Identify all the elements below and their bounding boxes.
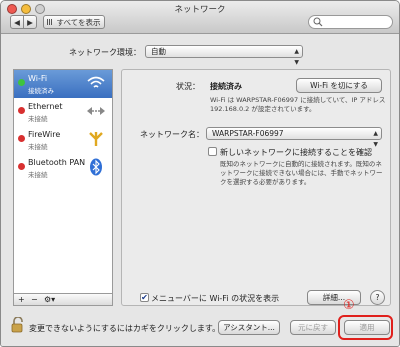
lock-message: 変更できないようにするにはカギをクリックします。 <box>29 324 221 333</box>
network-preferences-window: ネットワーク ◀ ▶ すべてを表示 ネットワーク環境： 自動 ▲ ▼ Wi-Fi … <box>0 0 400 347</box>
search-field[interactable] <box>308 15 393 29</box>
wifi-off-button[interactable]: Wi-Fi を切にする <box>296 78 382 93</box>
lock-icon[interactable] <box>11 317 25 333</box>
annotation-highlight-box <box>338 315 393 340</box>
status-value: 接続済み <box>210 82 242 91</box>
window-title: ネットワーク <box>174 5 226 15</box>
forward-button[interactable]: ▶ <box>23 15 37 29</box>
revert-button[interactable]: 元に戻す <box>290 320 336 335</box>
service-firewire[interactable]: FireWire 未接続 <box>14 126 112 154</box>
service-list-toolbar: + − ⚙▾ <box>13 294 113 306</box>
show-all-button[interactable]: すべてを表示 <box>43 15 105 29</box>
firewire-icon <box>86 129 106 149</box>
remove-service-button[interactable]: − <box>31 294 38 305</box>
status-dot <box>18 135 25 142</box>
location-popup[interactable]: 自動 ▲ ▼ <box>145 45 303 66</box>
title-bar: ネットワーク ◀ ▶ すべてを表示 <box>1 1 399 34</box>
wifi-icon <box>86 73 106 93</box>
preferences-content: ネットワーク環境： 自動 ▲▼ Wi-Fi 接続済み Ethernet 未接続 <box>1 34 399 346</box>
search-icon <box>313 17 323 27</box>
service-list: Wi-Fi 接続済み Ethernet 未接続 FireWire 未接続 Blu… <box>13 69 113 294</box>
ask-join-checkbox[interactable] <box>208 147 217 156</box>
ask-join-label: 新しいネットワークに接続することを確認 <box>220 148 372 157</box>
assistant-button[interactable]: アシスタント... <box>218 320 280 335</box>
location-label: ネットワーク環境： <box>69 48 141 57</box>
annotation-number: ① <box>343 298 355 313</box>
help-button[interactable]: ? <box>370 290 385 305</box>
menu-bar-label: メニューバーに Wi-Fi の状況を表示 <box>151 294 280 303</box>
popup-arrows-icon: ▲ ▼ <box>373 130 378 148</box>
add-service-button[interactable]: + <box>18 294 25 305</box>
grid-icon <box>47 19 54 25</box>
network-name-popup[interactable]: WARPSTAR-F06997 ▲ ▼ <box>206 127 382 148</box>
status-description: Wi-Fi は WARPSTAR-F06997 に接続していて、IP アドレス … <box>210 96 386 113</box>
back-button[interactable]: ◀ <box>10 15 24 29</box>
status-label: 状況： <box>176 82 200 91</box>
service-ethernet[interactable]: Ethernet 未接続 <box>14 98 112 126</box>
status-dot <box>18 107 25 114</box>
service-bluetooth-pan[interactable]: Bluetooth PAN 未接続 <box>14 154 112 182</box>
ethernet-icon <box>86 101 106 121</box>
wifi-detail-pane: 状況： 接続済み Wi-Fi を切にする Wi-Fi は WARPSTAR-F0… <box>121 69 391 306</box>
network-name-label: ネットワーク名： <box>140 130 204 139</box>
ask-join-description: 既知のネットワークに自動的に接続されます。既知のネットワークに接続できない場合に… <box>220 160 383 186</box>
service-wifi[interactable]: Wi-Fi 接続済み <box>14 70 112 98</box>
status-dot <box>18 79 25 86</box>
popup-arrows-icon: ▲ ▼ <box>294 48 299 66</box>
menu-bar-checkbox[interactable]: ✔ <box>140 293 149 302</box>
bluetooth-icon <box>86 157 106 177</box>
gear-menu-button[interactable]: ⚙▾ <box>44 294 55 305</box>
status-dot <box>18 163 25 170</box>
